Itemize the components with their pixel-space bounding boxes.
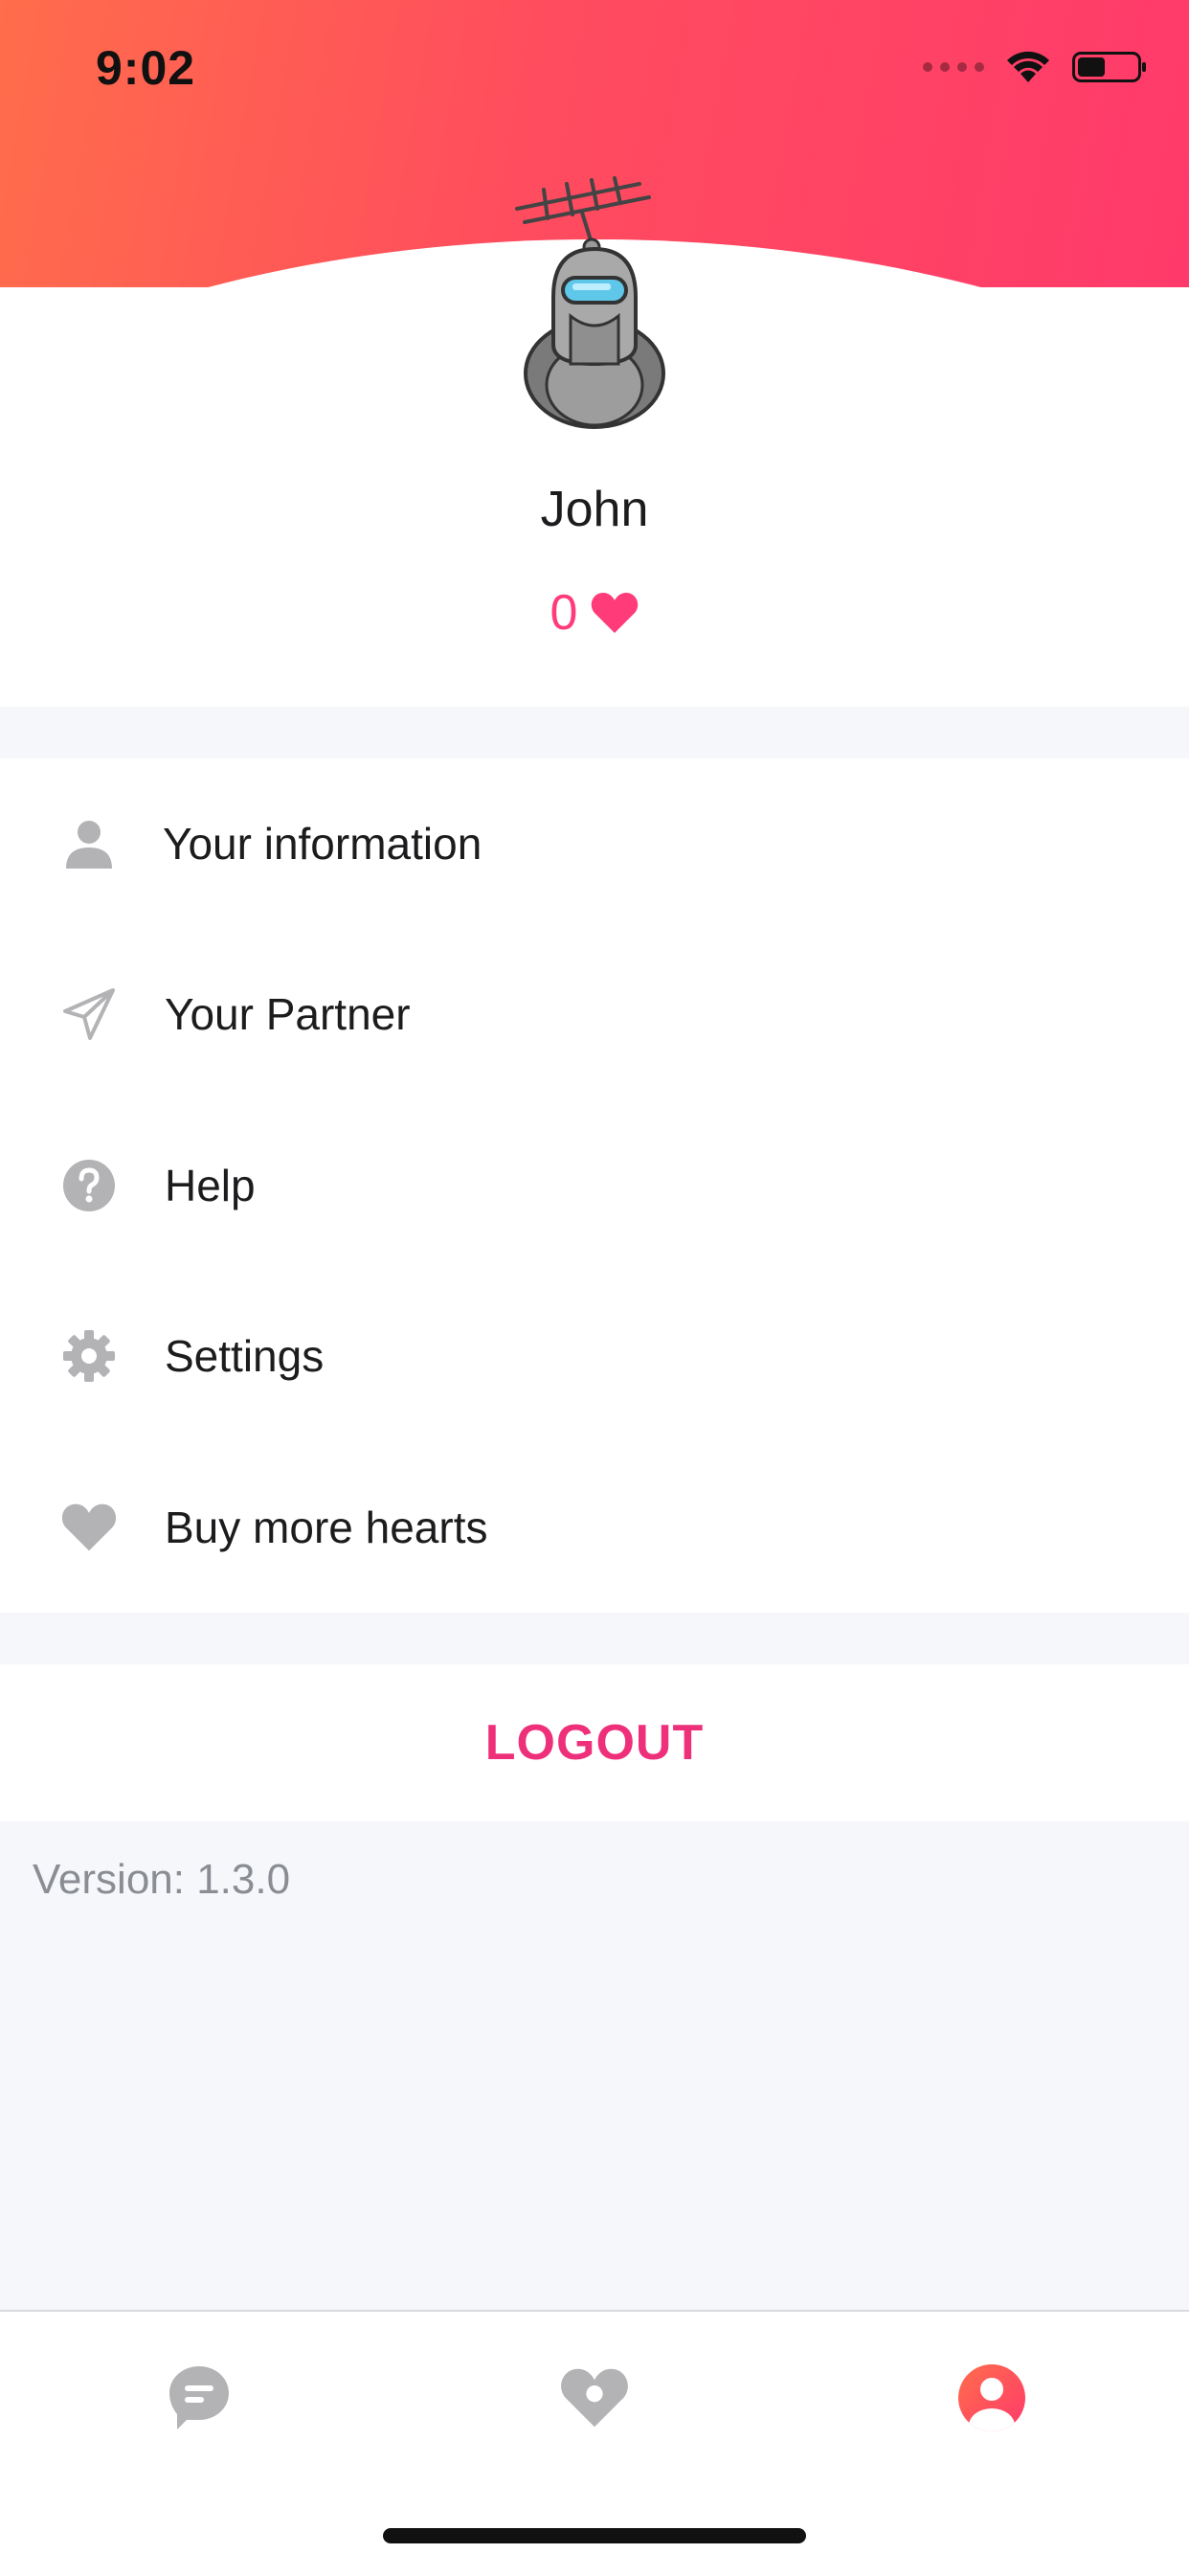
person-icon	[59, 814, 119, 873]
status-time: 9:02	[96, 41, 196, 95]
tab-chat[interactable]	[151, 2350, 247, 2446]
status-bar: 9:02	[0, 0, 1189, 144]
home-indicator	[383, 2528, 806, 2543]
tab-profile[interactable]	[944, 2350, 1040, 2446]
menu-item-label: Settings	[165, 1331, 325, 1381]
menu-item-label: Your Partner	[165, 989, 411, 1039]
menu-item-help[interactable]: Help	[0, 1100, 1189, 1271]
wifi-icon	[1007, 51, 1049, 82]
menu-item-buy-more-hearts[interactable]: Buy more hearts	[0, 1442, 1189, 1613]
tab-hearts[interactable]	[547, 2350, 642, 2446]
heart-icon	[59, 1498, 119, 1557]
battery-icon	[1072, 52, 1146, 82]
logout-section: LOGOUT	[0, 1664, 1189, 1821]
chat-bubble-icon	[169, 2366, 229, 2429]
app-version: Version: 1.3.0	[33, 1856, 291, 1903]
hearts-balance: 0	[0, 584, 1189, 642]
hearts-count: 0	[550, 585, 578, 641]
logout-button[interactable]: LOGOUT	[485, 1714, 704, 1772]
profile-menu: Your information Your Partner Help Setti…	[0, 758, 1189, 1613]
profile-tab-icon	[958, 2364, 1025, 2431]
heart-icon	[592, 593, 639, 633]
question-circle-icon	[59, 1156, 119, 1215]
menu-item-your-information[interactable]: Your information	[0, 758, 1189, 929]
menu-item-settings[interactable]: Settings	[0, 1271, 1189, 1441]
status-icons	[923, 50, 1146, 84]
heart-tab-icon	[561, 2368, 628, 2428]
user-name: John	[540, 482, 649, 537]
menu-item-label: Help	[165, 1161, 256, 1210]
menu-item-label: Buy more hearts	[165, 1503, 488, 1552]
menu-item-your-partner[interactable]: Your Partner	[0, 929, 1189, 1099]
menu-item-label: Your information	[163, 819, 482, 869]
cellular-signal-icon	[923, 62, 984, 72]
robot-avatar[interactable]	[505, 172, 684, 431]
gear-icon	[59, 1326, 119, 1386]
paper-plane-icon	[59, 984, 119, 1044]
